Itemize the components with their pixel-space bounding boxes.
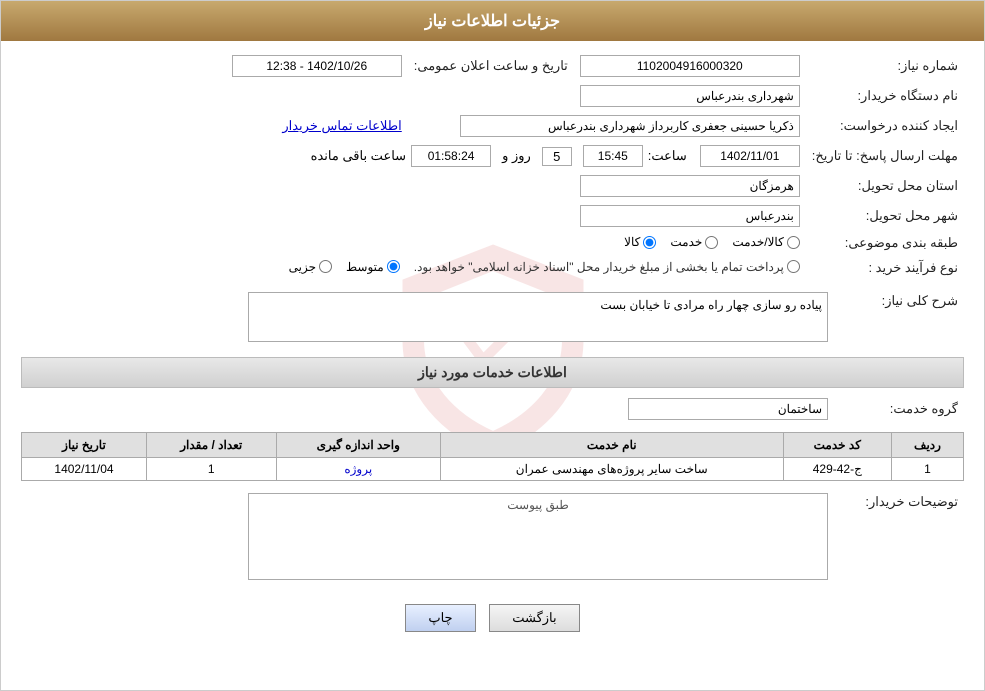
category-option-goods[interactable]: کالا <box>624 235 656 249</box>
deadline-time-input[interactable] <box>583 145 643 167</box>
purchase-type-radio-group: پرداخت تمام یا بخشی از مبلغ خریدار محل "… <box>289 260 800 274</box>
category-option-goods-services[interactable]: کالا/خدمت <box>732 235 799 249</box>
deadline-remaining-label: ساعت باقی مانده <box>311 148 406 164</box>
button-bar: بازگشت چاپ <box>21 592 964 648</box>
buyer-notes-placeholder: طبق پیوست <box>251 496 825 514</box>
category-option-service[interactable]: خدمت <box>670 235 718 249</box>
back-button[interactable]: بازگشت <box>489 604 579 632</box>
cell-date: 1402/11/04 <box>22 458 147 481</box>
purchase-type-medium[interactable]: متوسط <box>346 260 400 274</box>
city-label: شهر محل تحویل: <box>806 201 964 231</box>
buyer-notes-textarea[interactable] <box>249 514 825 574</box>
announce-datetime-label: تاریخ و ساعت اعلان عمومی: <box>408 51 574 81</box>
purchase-type-note[interactable]: پرداخت تمام یا بخشی از مبلغ خریدار محل "… <box>414 260 800 274</box>
category-label: طبقه بندی موضوعی: <box>806 231 964 256</box>
province-input[interactable] <box>580 175 800 197</box>
contact-link[interactable]: اطلاعات تماس خریدار <box>282 118 401 133</box>
services-section-header: اطلاعات خدمات مورد نیاز <box>21 357 964 388</box>
col-header-quantity: تعداد / مقدار <box>146 433 276 458</box>
service-group-input[interactable] <box>628 398 828 420</box>
description-textarea[interactable]: پیاده رو سازی چهار راه مرادی تا خیابان ب… <box>248 292 828 342</box>
table-row: 1 ج-42-429 ساخت سایر پروژه‌های مهندسی عم… <box>22 458 964 481</box>
category-radio-group: کالا/خدمت خدمت کالا <box>624 235 800 249</box>
service-group-label: گروه خدمت: <box>890 401 958 416</box>
service-group-section: گروه خدمت: <box>21 394 964 424</box>
col-header-unit: واحد اندازه گیری <box>276 433 440 458</box>
need-number-input[interactable] <box>580 55 800 77</box>
page-container: جزئیات اطلاعات نیاز شماره نیاز: تاریخ و … <box>0 0 985 691</box>
cell-service-code: ج-42-429 <box>783 458 891 481</box>
announce-datetime-input[interactable] <box>232 55 402 77</box>
cell-row-num: 1 <box>892 458 964 481</box>
col-header-service-code: کد خدمت <box>783 433 891 458</box>
col-header-date: تاریخ نیاز <box>22 433 147 458</box>
form-section-1: شماره نیاز: تاریخ و ساعت اعلان عمومی: نا… <box>21 51 964 280</box>
cell-unit: پروژه <box>276 458 440 481</box>
services-table: ردیف کد خدمت نام خدمت واحد اندازه گیری ت… <box>21 432 964 481</box>
deadline-time-label: ساعت: <box>648 148 687 164</box>
description-label: شرح کلی نیاز: <box>882 293 958 308</box>
deadline-days-value: 5 <box>542 147 572 166</box>
deadline-label: مهلت ارسال پاسخ: تا تاریخ: <box>806 141 964 171</box>
deadline-date-input[interactable] <box>700 145 800 167</box>
buyer-org-label: نام دستگاه خریدار: <box>806 81 964 111</box>
page-header: جزئیات اطلاعات نیاز <box>1 1 984 41</box>
buyer-notes-section: توضیحات خریدار: طبق پیوست <box>21 489 964 584</box>
main-content: شماره نیاز: تاریخ و ساعت اعلان عمومی: نا… <box>1 41 984 658</box>
deadline-remaining-input[interactable] <box>411 145 491 167</box>
province-label: استان محل تحویل: <box>806 171 964 201</box>
cell-quantity: 1 <box>146 458 276 481</box>
page-title: جزئیات اطلاعات نیاز <box>425 13 560 30</box>
description-section: شرح کلی نیاز: پیاده رو سازی چهار راه مرا… <box>21 288 964 349</box>
deadline-days-label: روز و <box>502 148 531 164</box>
buyer-org-input[interactable] <box>580 85 800 107</box>
creator-input[interactable] <box>460 115 800 137</box>
cell-service-name: ساخت سایر پروژه‌های مهندسی عمران <box>440 458 783 481</box>
buyer-notes-label: توضیحات خریدار: <box>865 494 958 509</box>
purchase-type-small[interactable]: جزیی <box>289 260 332 274</box>
purchase-type-label: نوع فرآیند خرید : <box>806 256 964 281</box>
col-header-service-name: نام خدمت <box>440 433 783 458</box>
need-number-label: شماره نیاز: <box>806 51 964 81</box>
col-header-row-num: ردیف <box>892 433 964 458</box>
city-input[interactable] <box>580 205 800 227</box>
print-button[interactable]: چاپ <box>405 604 475 632</box>
form-content: شماره نیاز: تاریخ و ساعت اعلان عمومی: نا… <box>21 51 964 648</box>
creator-label: ایجاد کننده درخواست: <box>806 111 964 141</box>
